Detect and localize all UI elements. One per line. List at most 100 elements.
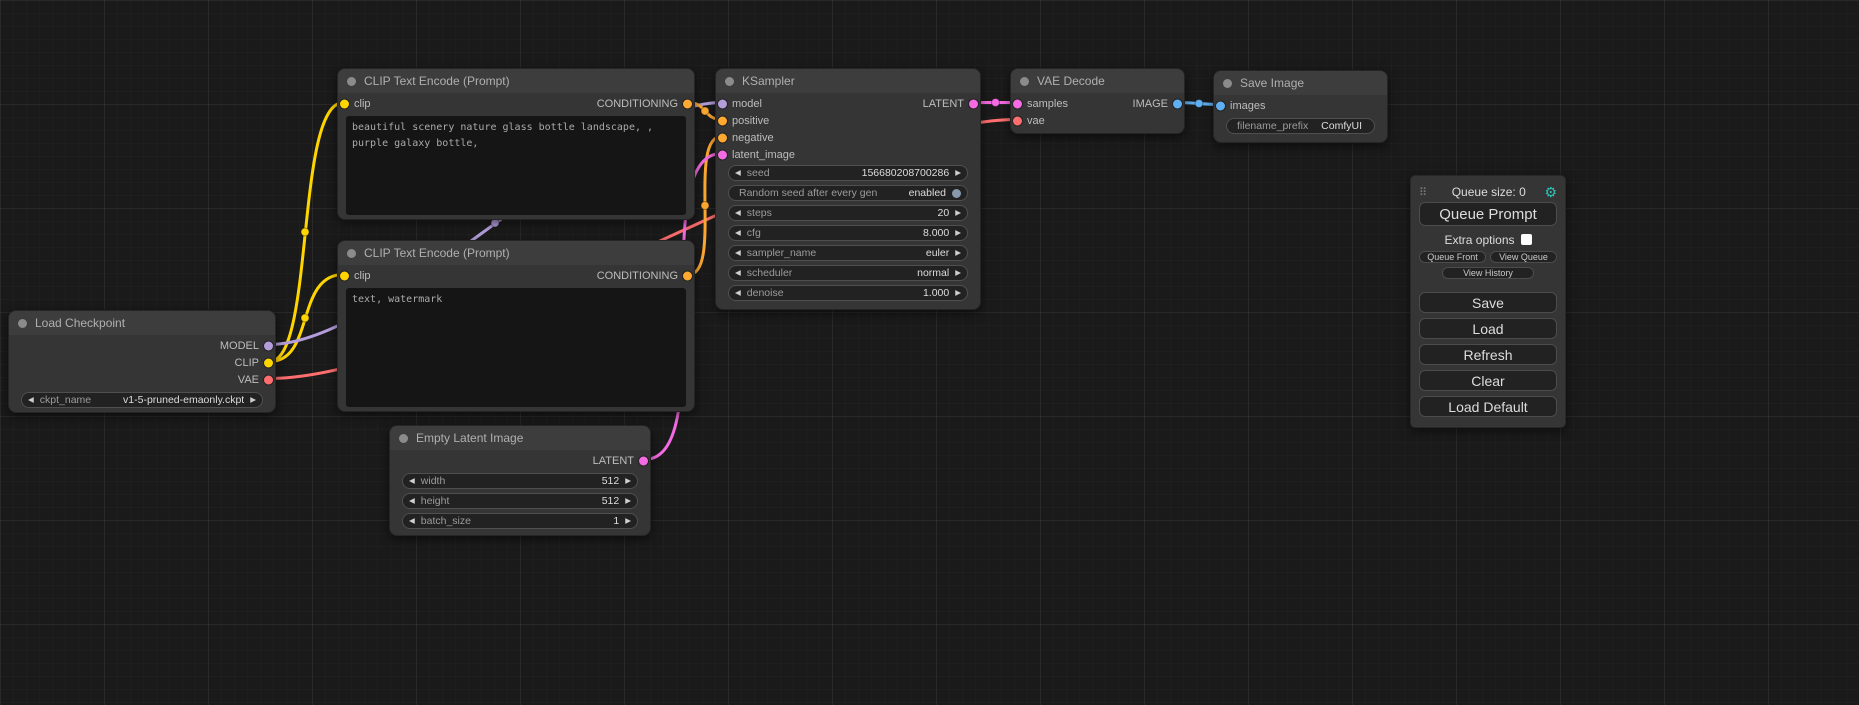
ckpt-name-widget[interactable]: ◀ ckpt_name v1-5-pruned-emaonly.ckpt ▶ xyxy=(21,392,263,408)
increment-arrow-icon[interactable]: ▶ xyxy=(625,497,631,505)
node-title-bar[interactable]: Empty Latent Image xyxy=(390,426,650,450)
save-button[interactable]: Save xyxy=(1419,292,1557,313)
positive-input-dot[interactable] xyxy=(718,116,727,125)
increment-arrow-icon[interactable]: ▶ xyxy=(955,229,961,237)
collapse-dot-icon[interactable] xyxy=(399,434,408,443)
collapse-dot-icon[interactable] xyxy=(18,319,27,328)
slot-label: images xyxy=(1230,100,1265,112)
collapse-dot-icon[interactable] xyxy=(1223,79,1232,88)
node-title-bar[interactable]: KSampler xyxy=(716,69,980,93)
extra-options-checkbox[interactable] xyxy=(1521,234,1532,245)
increment-arrow-icon[interactable]: ▶ xyxy=(955,209,961,217)
queue-front-button[interactable]: Queue Front xyxy=(1419,251,1486,263)
settings-gear-icon[interactable]: ⚙ xyxy=(1544,185,1557,199)
image-output-dot[interactable] xyxy=(1173,99,1182,108)
view-queue-button[interactable]: View Queue xyxy=(1490,251,1557,263)
increment-arrow-icon[interactable]: ▶ xyxy=(955,249,961,257)
decrement-arrow-icon[interactable]: ◀ xyxy=(409,517,415,525)
decrement-arrow-icon[interactable]: ◀ xyxy=(735,289,741,297)
ksampler-node[interactable]: KSampler model LATENT positive negative … xyxy=(715,68,981,310)
prompt-text-area[interactable]: text, watermark xyxy=(346,288,686,407)
decrement-arrow-icon[interactable]: ◀ xyxy=(735,269,741,277)
decrement-arrow-icon[interactable]: ◀ xyxy=(409,497,415,505)
latent-image-input-dot[interactable] xyxy=(718,150,727,159)
collapse-dot-icon[interactable] xyxy=(725,77,734,86)
collapse-dot-icon[interactable] xyxy=(347,249,356,258)
clip-output-slot: CLIP xyxy=(9,354,275,371)
samples-input-dot[interactable] xyxy=(1013,99,1022,108)
node-graph-canvas[interactable]: { "nodes": { "load_checkpoint": { "title… xyxy=(0,0,1859,705)
increment-arrow-icon[interactable]: ▶ xyxy=(955,169,961,177)
latent-output-dot[interactable] xyxy=(639,456,648,465)
increment-arrow-icon[interactable]: ▶ xyxy=(955,289,961,297)
queue-prompt-button[interactable]: Queue Prompt xyxy=(1419,202,1557,226)
node-title-bar[interactable]: VAE Decode xyxy=(1011,69,1184,93)
load-default-button[interactable]: Load Default xyxy=(1419,396,1557,417)
model-input-dot[interactable] xyxy=(718,99,727,108)
seed-widget[interactable]: ◀ seed 156680208700286 ▶ xyxy=(728,165,968,181)
vae-decode-node[interactable]: VAE Decode samples IMAGE vae xyxy=(1010,68,1185,134)
node-title-bar[interactable]: CLIP Text Encode (Prompt) xyxy=(338,241,694,265)
widget-value: v1-5-pruned-emaonly.ckpt xyxy=(123,394,244,406)
clear-button[interactable]: Clear xyxy=(1419,370,1557,391)
latent-output-slot: LATENT xyxy=(390,452,650,469)
widget-label: Random seed after every gen xyxy=(739,187,877,199)
increment-arrow-icon[interactable]: ▶ xyxy=(625,517,631,525)
steps-widget[interactable]: ◀ steps 20 ▶ xyxy=(728,205,968,221)
height-widget[interactable]: ◀ height 512 ▶ xyxy=(402,493,638,509)
widget-value: 8.000 xyxy=(923,227,949,239)
model-output-dot[interactable] xyxy=(264,341,273,350)
toggle-knob-icon[interactable] xyxy=(952,189,961,198)
widget-label: filename_prefix xyxy=(1237,120,1308,132)
decrement-arrow-icon[interactable]: ◀ xyxy=(735,249,741,257)
filename-prefix-widget[interactable]: filename_prefix ComfyUI xyxy=(1226,118,1375,134)
clip-input-dot[interactable] xyxy=(340,271,349,280)
decrement-arrow-icon[interactable]: ◀ xyxy=(735,229,741,237)
node-title-bar[interactable]: Save Image xyxy=(1214,71,1387,95)
clip-text-encode-negative-node[interactable]: CLIP Text Encode (Prompt) clip CONDITION… xyxy=(337,240,695,412)
slot-label: LATENT xyxy=(923,98,964,110)
decrement-arrow-icon[interactable]: ◀ xyxy=(735,209,741,217)
node-title: KSampler xyxy=(742,74,795,88)
node-title-bar[interactable]: CLIP Text Encode (Prompt) xyxy=(338,69,694,93)
increment-arrow-icon[interactable]: ▶ xyxy=(625,477,631,485)
negative-input-dot[interactable] xyxy=(718,133,727,142)
drag-handle-icon[interactable]: ⠿ xyxy=(1419,186,1427,199)
denoise-widget[interactable]: ◀ denoise 1.000 ▶ xyxy=(728,285,968,301)
node-title-bar[interactable]: Load Checkpoint xyxy=(9,311,275,335)
vae-output-dot[interactable] xyxy=(264,375,273,384)
slot-label: negative xyxy=(732,132,774,144)
load-checkpoint-node[interactable]: Load Checkpoint MODEL CLIP VAE ◀ ckpt_na… xyxy=(8,310,276,413)
widget-label: scheduler xyxy=(747,267,793,279)
clip-input-dot[interactable] xyxy=(340,99,349,108)
sampler-name-widget[interactable]: ◀ sampler_name euler ▶ xyxy=(728,245,968,261)
decrement-arrow-icon[interactable]: ◀ xyxy=(735,169,741,177)
width-widget[interactable]: ◀ width 512 ▶ xyxy=(402,473,638,489)
increment-arrow-icon[interactable]: ▶ xyxy=(955,269,961,277)
collapse-dot-icon[interactable] xyxy=(347,77,356,86)
collapse-dot-icon[interactable] xyxy=(1020,77,1029,86)
vae-input-dot[interactable] xyxy=(1013,116,1022,125)
node-title: Save Image xyxy=(1240,76,1304,90)
random-seed-toggle-widget[interactable]: Random seed after every gen enabled xyxy=(728,185,968,201)
clip-output-dot[interactable] xyxy=(264,358,273,367)
batch-size-widget[interactable]: ◀ batch_size 1 ▶ xyxy=(402,513,638,529)
decrement-arrow-icon[interactable]: ◀ xyxy=(28,396,34,404)
refresh-button[interactable]: Refresh xyxy=(1419,344,1557,365)
widget-value: euler xyxy=(926,247,949,259)
latent-output-dot[interactable] xyxy=(969,99,978,108)
empty-latent-image-node[interactable]: Empty Latent Image LATENT ◀ width 512 ▶ … xyxy=(389,425,651,536)
load-button[interactable]: Load xyxy=(1419,318,1557,339)
save-image-node[interactable]: Save Image images filename_prefix ComfyU… xyxy=(1213,70,1388,143)
cfg-widget[interactable]: ◀ cfg 8.000 ▶ xyxy=(728,225,968,241)
increment-arrow-icon[interactable]: ▶ xyxy=(250,396,256,404)
view-history-button[interactable]: View History xyxy=(1442,267,1534,279)
images-input-dot[interactable] xyxy=(1216,101,1225,110)
decrement-arrow-icon[interactable]: ◀ xyxy=(409,477,415,485)
prompt-text-area[interactable]: beautiful scenery nature glass bottle la… xyxy=(346,116,686,215)
conditioning-output-dot[interactable] xyxy=(683,99,692,108)
clip-slot-row: clip CONDITIONING xyxy=(338,95,694,112)
scheduler-widget[interactable]: ◀ scheduler normal ▶ xyxy=(728,265,968,281)
clip-text-encode-positive-node[interactable]: CLIP Text Encode (Prompt) clip CONDITION… xyxy=(337,68,695,220)
conditioning-output-dot[interactable] xyxy=(683,271,692,280)
